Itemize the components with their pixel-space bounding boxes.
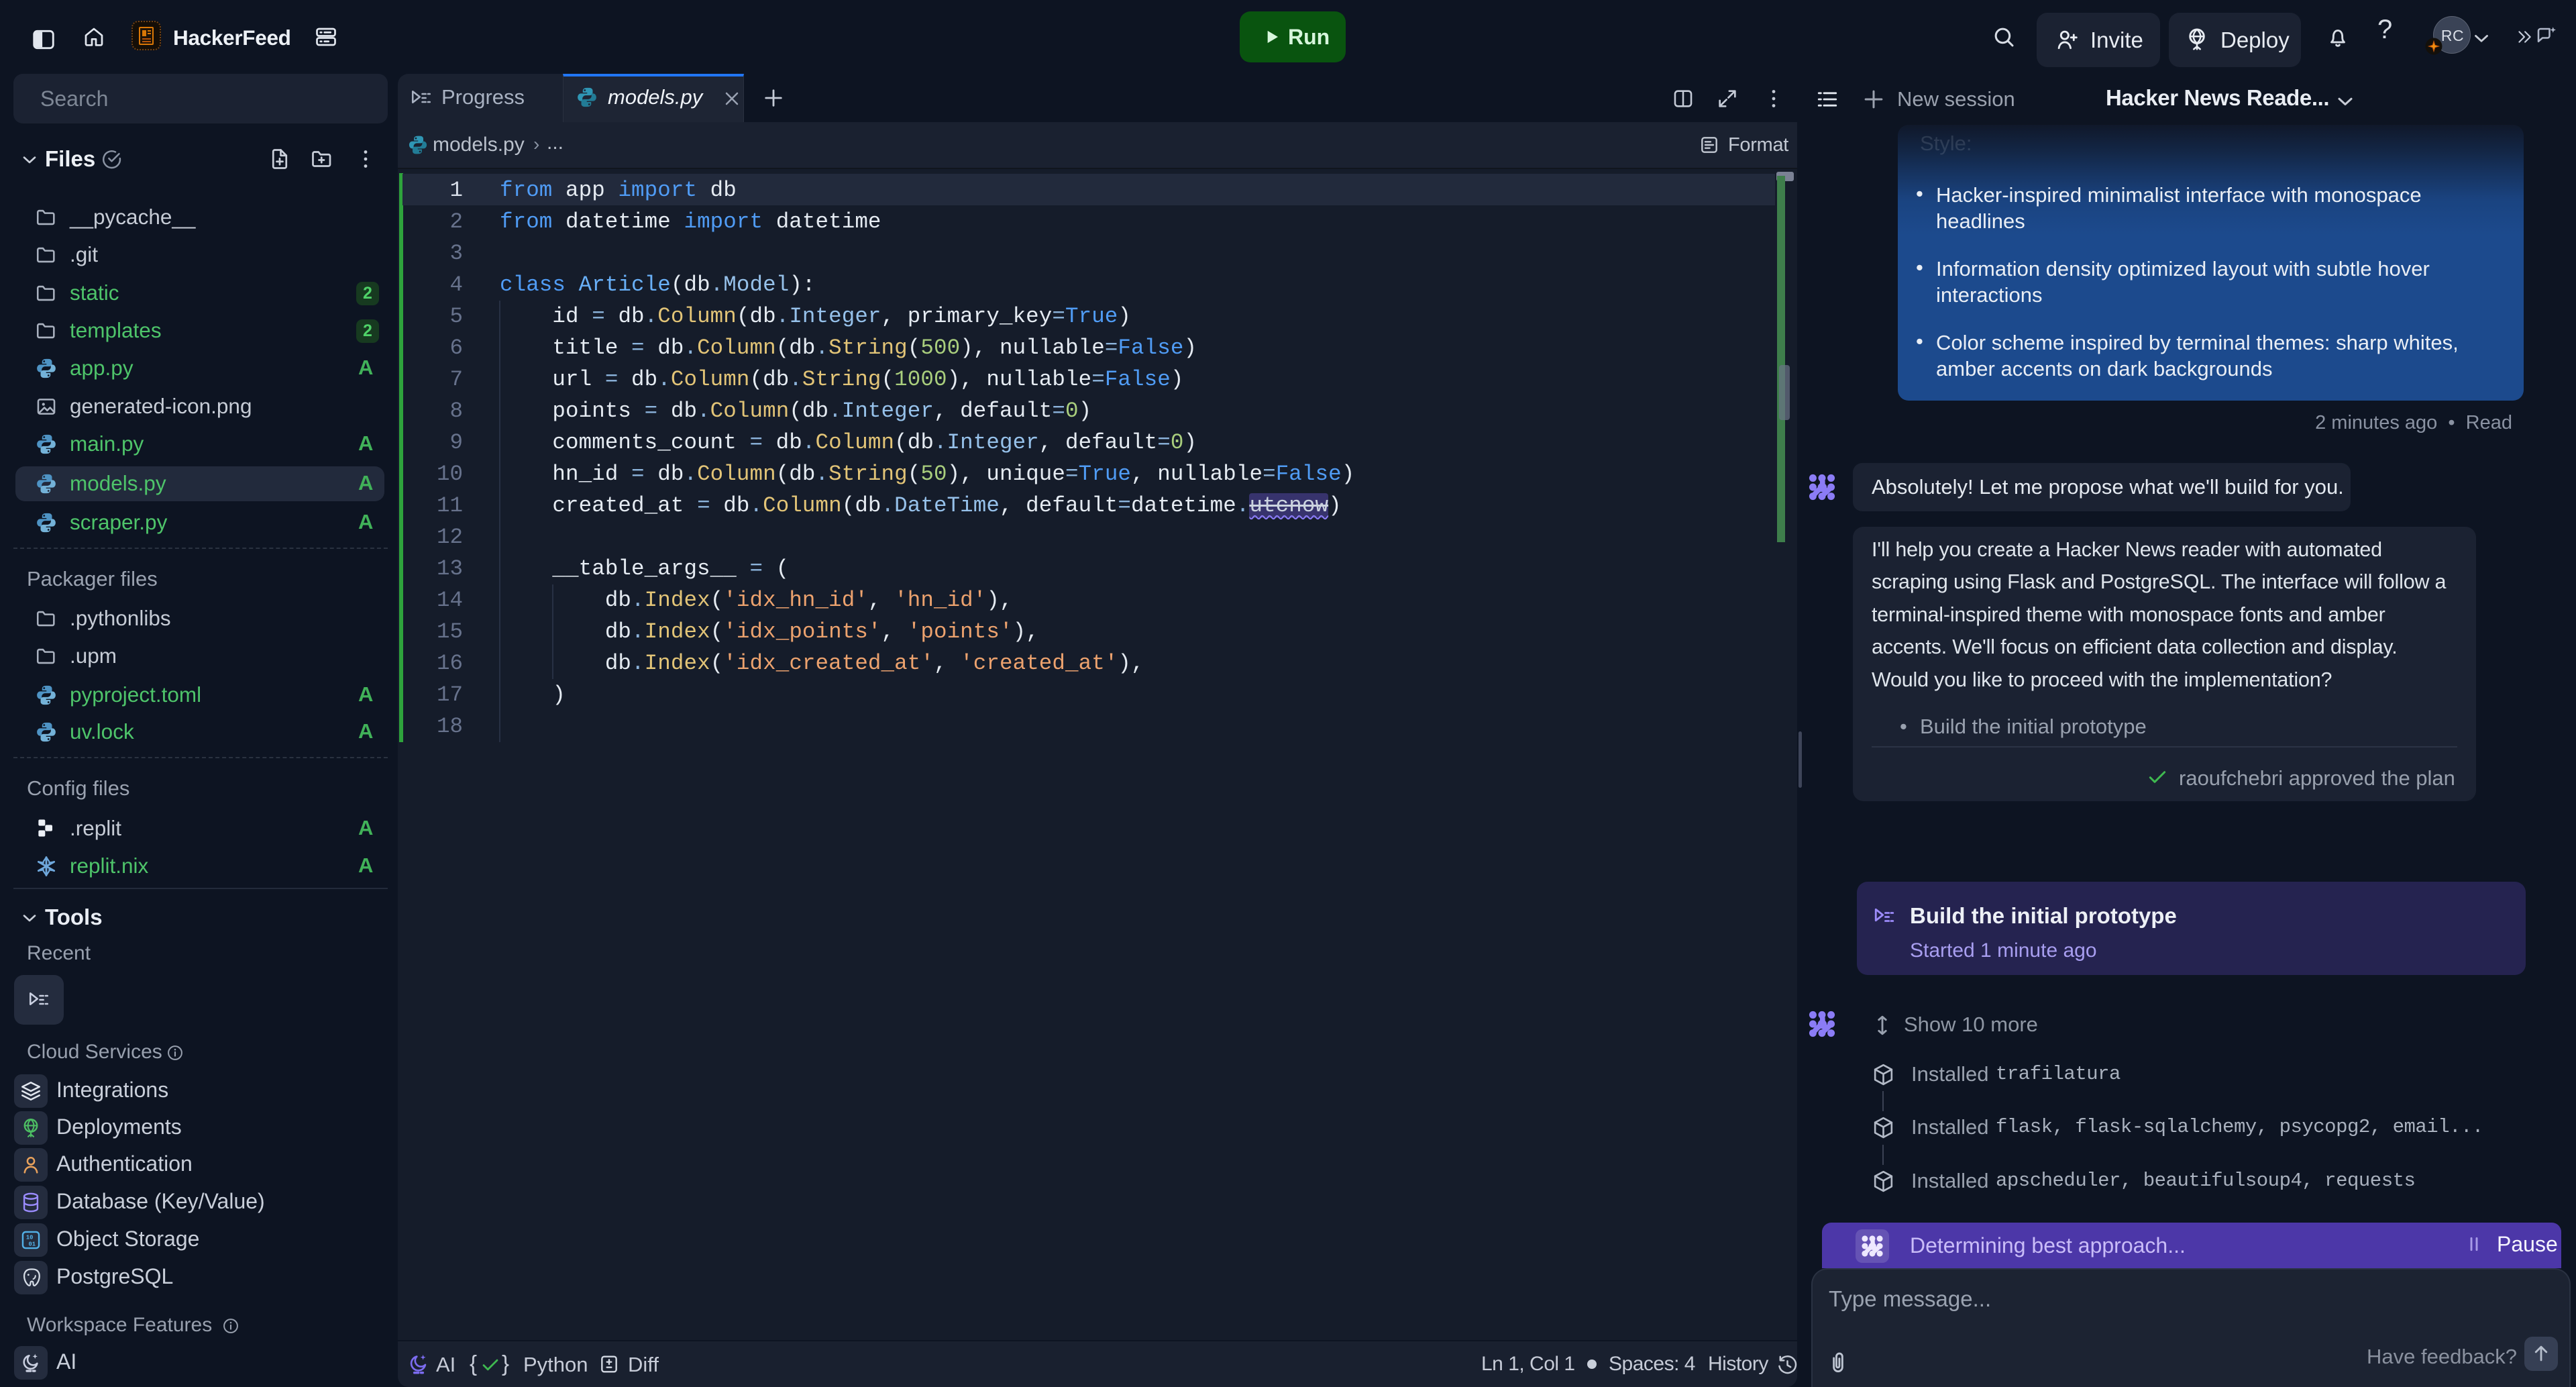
svg-text:01: 01 (28, 1241, 36, 1248)
svg-text:10: 10 (26, 1235, 34, 1241)
